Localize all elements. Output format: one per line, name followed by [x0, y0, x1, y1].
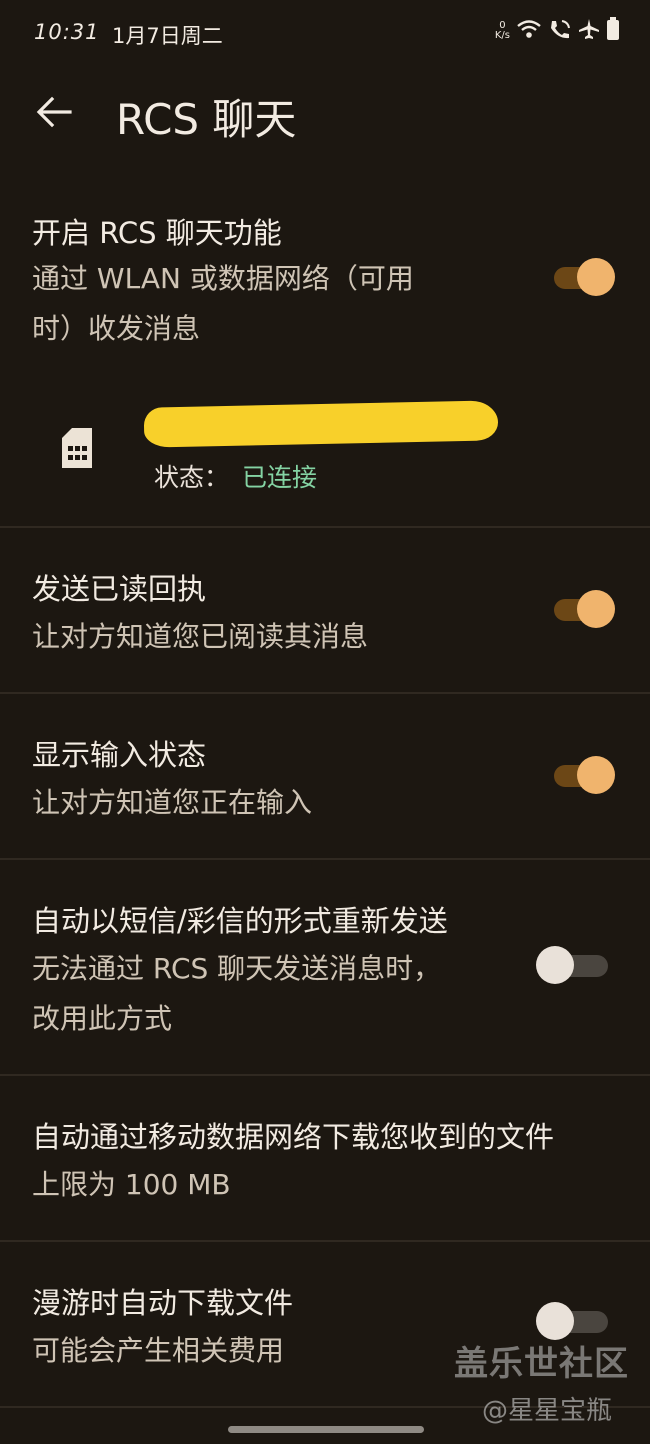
redacted-phone-number — [143, 400, 499, 448]
toggle-thumb — [577, 590, 615, 628]
setting-title: 显示输入状态 — [32, 738, 207, 772]
watermark-sub: @星星宝瓶 — [482, 1396, 613, 1426]
toggle-thumb — [577, 258, 615, 296]
read-receipts-toggle[interactable] — [554, 590, 618, 630]
setting-subtitle: 让对方知道您正在输入 — [32, 786, 313, 819]
setting-subtitle-line1: 无法通过 RCS 聊天发送消息时， — [32, 952, 442, 985]
setting-subtitle-line2: 改用此方式 — [32, 1002, 173, 1035]
setting-read-receipts[interactable]: 发送已读回执 让对方知道您已阅读其消息 — [0, 530, 650, 692]
setting-title: 自动通过移动数据网络下载您收到的文件 — [32, 1120, 555, 1154]
setting-title: 自动以短信/彩信的形式重新发送 — [32, 904, 448, 938]
setting-subtitle-line2: 时）收发消息 — [32, 312, 201, 345]
wifi-calling-icon — [548, 18, 572, 44]
setting-title: 漫游时自动下载文件 — [32, 1286, 294, 1320]
toggle-thumb — [536, 946, 574, 984]
network-speed: 0 K/s — [495, 21, 510, 41]
setting-subtitle: 让对方知道您已阅读其消息 — [32, 620, 369, 653]
divider — [0, 858, 650, 860]
setting-typing-indicator[interactable]: 显示输入状态 让对方知道您正在输入 — [0, 696, 650, 858]
setting-subtitle: 上限为 100 MB — [32, 1168, 231, 1201]
setting-auto-resend-sms[interactable]: 自动以短信/彩信的形式重新发送 无法通过 RCS 聊天发送消息时， 改用此方式 — [0, 862, 650, 1074]
enable-rcs-toggle[interactable] — [554, 258, 618, 298]
setting-subtitle-line1: 通过 WLAN 或数据网络（可用 — [32, 262, 414, 295]
typing-indicator-toggle[interactable] — [554, 756, 618, 796]
app-bar: RCS 聊天 — [0, 64, 650, 164]
sim-status-label: 状态： — [154, 463, 230, 492]
gesture-nav-handle[interactable] — [228, 1426, 424, 1433]
battery-icon — [606, 17, 620, 45]
back-button[interactable] — [26, 86, 82, 142]
watermark-main: 盖乐世社区 — [454, 1344, 629, 1384]
network-speed-unit: K/s — [494, 30, 510, 41]
sim-card-icon — [60, 428, 94, 472]
setting-title: 开启 RCS 聊天功能 — [32, 216, 282, 250]
auto-resend-sms-toggle[interactable] — [536, 946, 608, 986]
setting-enable-rcs[interactable]: 开启 RCS 聊天功能 通过 WLAN 或数据网络（可用 时）收发消息 — [0, 190, 650, 380]
toggle-thumb — [536, 1302, 574, 1340]
setting-subtitle: 可能会产生相关费用 — [32, 1334, 285, 1367]
status-icons: 0 K/s — [495, 16, 620, 46]
status-time: 10:31 — [34, 20, 100, 44]
divider — [0, 1074, 650, 1076]
wifi-icon — [516, 18, 542, 44]
status-bar: 10:31 1月7日周二 0 K/s — [0, 0, 650, 64]
status-date: 1月7日周二 — [112, 24, 223, 48]
sim-status-value: 已连接 — [242, 463, 318, 492]
page-title: RCS 聊天 — [116, 95, 297, 144]
airplane-mode-icon — [578, 18, 600, 44]
arrow-back-icon — [36, 96, 72, 132]
divider — [0, 1240, 650, 1242]
setting-auto-download-mobile[interactable]: 自动通过移动数据网络下载您收到的文件 上限为 100 MB — [0, 1078, 650, 1240]
divider — [0, 692, 650, 694]
setting-title: 发送已读回执 — [32, 572, 207, 606]
divider — [0, 526, 650, 528]
toggle-thumb — [577, 756, 615, 794]
